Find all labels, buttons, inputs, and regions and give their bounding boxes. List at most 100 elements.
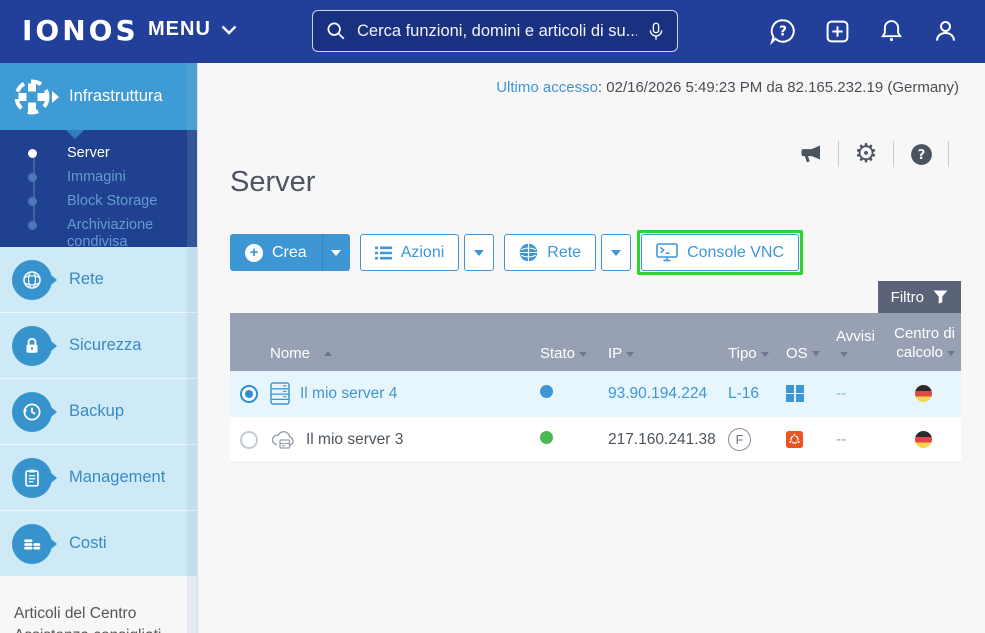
search-input[interactable] <box>355 21 639 42</box>
coins-icon <box>12 524 52 564</box>
bullet-icon <box>28 221 37 230</box>
server-name-link[interactable]: Il mio server 3 <box>306 431 403 449</box>
server-name-link[interactable]: Il mio server 4 <box>300 385 397 403</box>
globe-icon <box>519 243 538 262</box>
microphone-icon[interactable] <box>647 20 665 43</box>
list-icon <box>375 246 392 260</box>
cloud-server-icon <box>270 429 296 450</box>
subitem-label: Block Storage <box>67 193 157 210</box>
rete-label: Rete <box>547 244 581 262</box>
sidebar-subitem-archiviazione-condivisa[interactable]: Archiviazione condivisa <box>0 217 197 251</box>
sidebar-submenu: Server Immagini Block Storage Archiviazi… <box>0 130 197 247</box>
row-radio-selected[interactable] <box>240 385 258 403</box>
sidebar-item-infrastruttura[interactable]: Infrastruttura <box>0 63 197 130</box>
help-circle-icon: ? <box>909 142 934 167</box>
sidebar-scrollbar[interactable] <box>187 63 197 633</box>
help-chat-icon: ? <box>769 17 797 45</box>
header-centro-di-calcolo[interactable]: Centro di calcolo <box>886 324 961 362</box>
sidebar-subitem-block-storage[interactable]: Block Storage <box>0 193 197 210</box>
table-row[interactable]: Il mio server 3 217.160.241.38 F <box>230 417 961 463</box>
bullet-icon <box>28 149 37 158</box>
server-avvisi: -- <box>824 431 886 449</box>
account-button[interactable] <box>931 16 959 46</box>
menu-button[interactable]: MENU <box>148 18 237 41</box>
ionos-app: IONOS MENU ? <box>0 0 985 633</box>
row-radio-unselected[interactable] <box>240 431 258 449</box>
header-os[interactable]: OS <box>776 345 824 362</box>
sidebar-subitem-immagini[interactable]: Immagini <box>0 169 197 186</box>
sort-asc-icon <box>324 351 332 356</box>
infrastructure-icon <box>9 74 55 120</box>
table-header-row: Nome Stato IP Tipo OS Avvisi <box>230 313 961 371</box>
ubuntu-logo-icon <box>786 431 803 448</box>
funnel-icon <box>933 290 948 304</box>
crea-button[interactable]: + Crea <box>230 234 322 271</box>
sort-icon <box>626 352 634 357</box>
header-stato[interactable]: Stato <box>530 345 598 362</box>
sidebar-item-costi[interactable]: Costi <box>0 511 197 577</box>
sort-icon <box>812 351 820 356</box>
server-avvisi: -- <box>824 385 886 403</box>
page-title: Server <box>230 166 315 199</box>
sidebar-item-management[interactable]: Management <box>0 445 197 511</box>
rete-button[interactable]: Rete <box>504 234 596 271</box>
gear-icon: ⚙ <box>854 141 877 167</box>
crea-dropdown-button[interactable] <box>322 234 350 271</box>
sidebar: Infrastruttura Server Immagini Block Sto… <box>0 63 197 633</box>
megaphone-icon <box>798 142 824 166</box>
last-access: Ultimo accesso: 02/16/2026 5:49:23 PM da… <box>496 79 959 96</box>
sort-icon <box>947 351 955 356</box>
settings-button[interactable]: ⚙ <box>851 141 881 167</box>
console-vnc-highlight-box: Console VNC <box>637 230 803 275</box>
add-button[interactable] <box>823 16 851 46</box>
flex-type-icon: F <box>728 428 751 451</box>
header-nome[interactable]: Nome <box>268 345 530 362</box>
notifications-button[interactable] <box>877 16 905 46</box>
header-label: IP <box>608 345 622 362</box>
filtro-button[interactable]: Filtro <box>878 281 961 313</box>
sidebar-item-sicurezza[interactable]: Sicurezza <box>0 313 197 379</box>
table-row[interactable]: Il mio server 4 93.90.194.224 L-16 -- <box>230 371 961 417</box>
rete-button-group: Rete <box>504 234 631 271</box>
ionos-logo[interactable]: IONOS <box>22 14 139 47</box>
server-ip: 93.90.194.224 <box>598 385 718 403</box>
sidebar-item-rete[interactable]: Rete <box>0 247 197 313</box>
subitem-label: Server <box>67 145 110 162</box>
lock-icon <box>12 326 52 366</box>
subitem-label: Archiviazione condivisa <box>67 217 187 251</box>
sidebar-subitem-server[interactable]: Server <box>0 145 197 162</box>
console-vnc-button[interactable]: Console VNC <box>641 234 799 271</box>
filtro-label: Filtro <box>891 289 924 306</box>
sort-icon <box>579 352 587 357</box>
sidebar-item-label: Sicurezza <box>69 336 141 355</box>
bullet-icon <box>28 197 37 206</box>
rete-dropdown-button[interactable] <box>601 234 631 271</box>
header-tipo[interactable]: Tipo <box>718 345 776 362</box>
last-access-value: : 02/16/2026 5:49:23 PM da 82.165.232.19… <box>598 79 959 96</box>
sidebar-item-label: Management <box>69 468 165 487</box>
status-dot <box>540 431 553 444</box>
header-label: Avvisi <box>836 328 875 345</box>
windows-logo-icon <box>786 385 804 403</box>
divider <box>893 141 894 167</box>
crea-button-group: + Crea <box>230 234 350 271</box>
sidebar-item-backup[interactable]: Backup <box>0 379 197 445</box>
help-chat-button[interactable]: ? <box>769 16 797 46</box>
search-icon <box>325 20 347 42</box>
header-label: Stato <box>540 345 575 362</box>
last-access-link[interactable]: Ultimo accesso <box>496 79 598 96</box>
header-label: Nome <box>270 345 310 362</box>
azioni-dropdown-button[interactable] <box>464 234 494 271</box>
subitem-label: Immagini <box>67 169 126 186</box>
vnc-console-icon <box>656 243 678 262</box>
header-avvisi[interactable]: Avvisi <box>824 328 886 362</box>
caret-down-icon <box>611 250 621 256</box>
help-button[interactable]: ? <box>906 142 936 167</box>
sidebar-item-label: Costi <box>69 534 107 553</box>
page-action-icons: ⚙ ? <box>796 139 961 169</box>
header-ip[interactable]: IP <box>598 345 718 362</box>
help-articles-heading: Articoli del Centro Assistenza consiglia… <box>14 603 179 633</box>
announcements-button[interactable] <box>796 142 826 166</box>
server-tipo: L-16 <box>718 385 776 403</box>
azioni-button[interactable]: Azioni <box>360 234 460 271</box>
